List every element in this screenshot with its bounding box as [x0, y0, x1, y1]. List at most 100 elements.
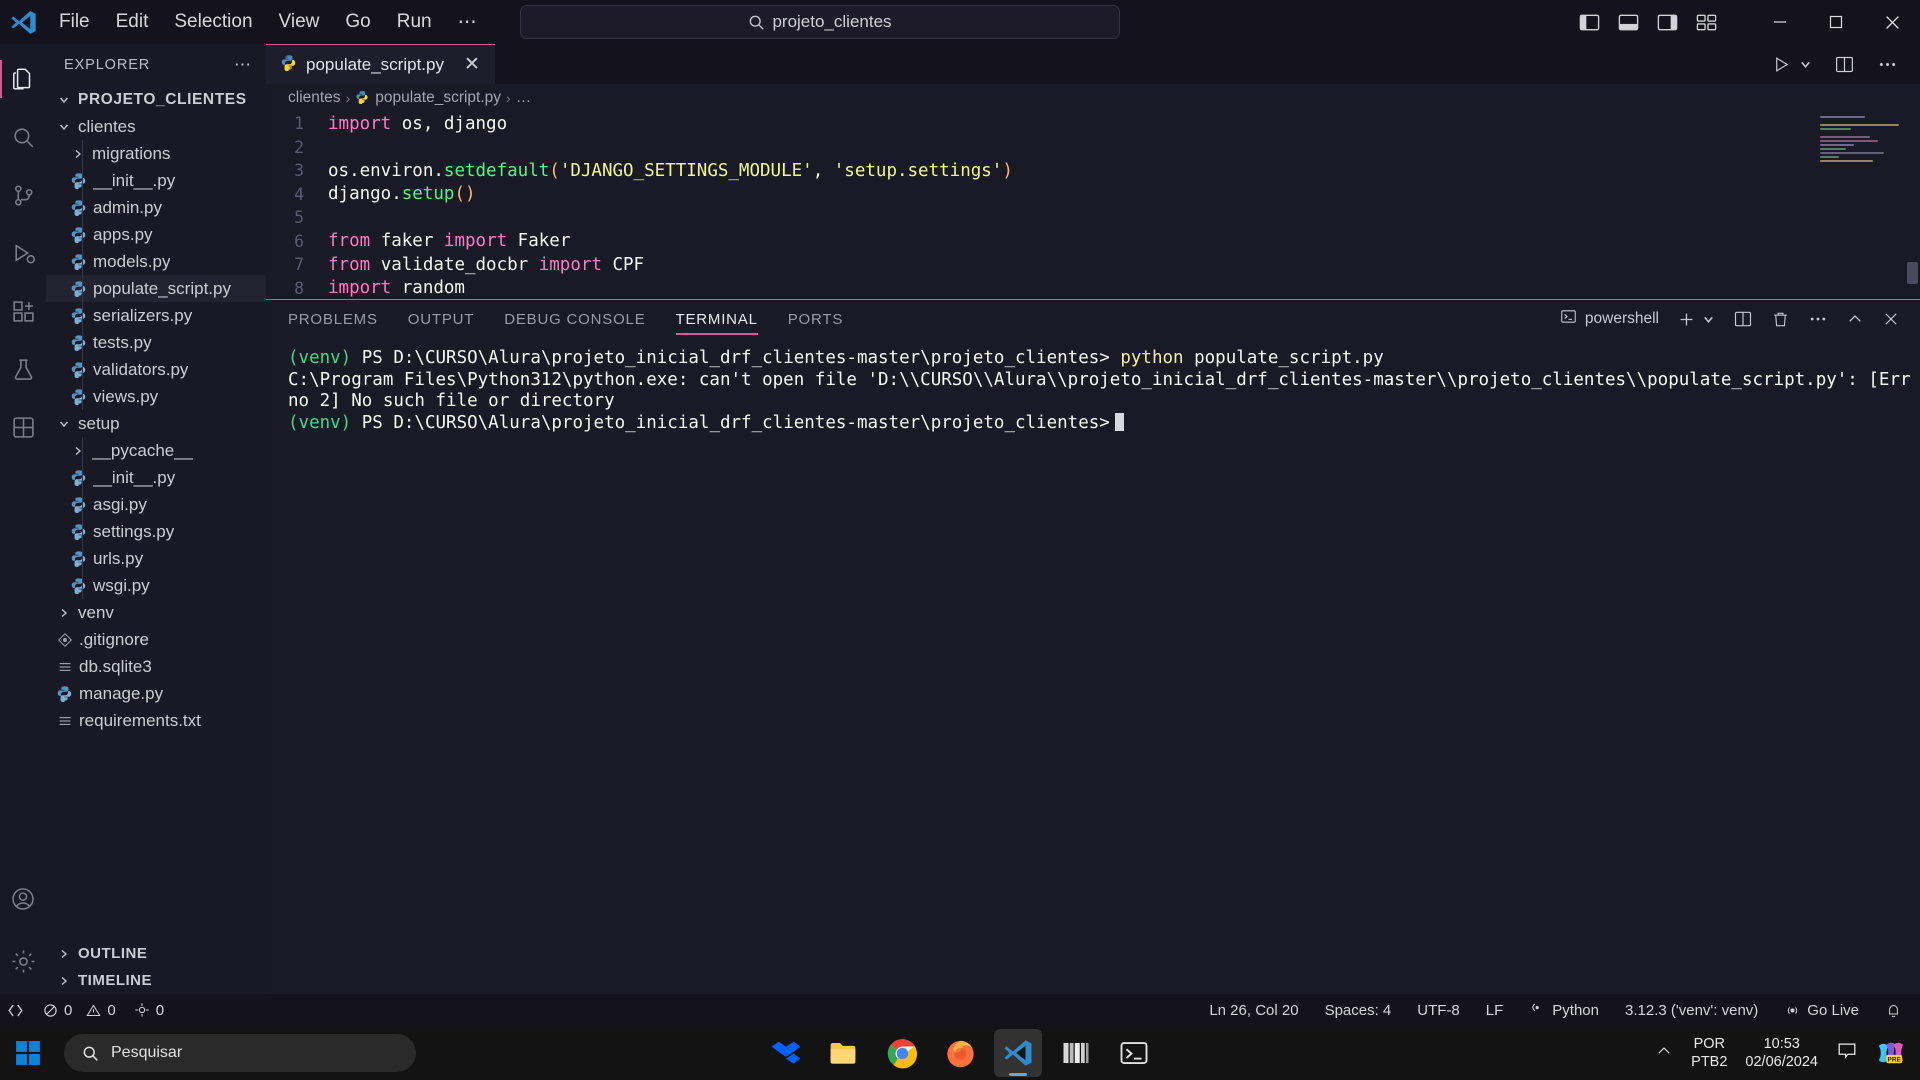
breadcrumb-file[interactable]: populate_script.py	[355, 89, 501, 107]
split-editor-icon[interactable]	[1834, 54, 1855, 75]
activity-search[interactable]	[0, 108, 46, 166]
run-dropdown-icon[interactable]	[1799, 58, 1812, 71]
tree-item-settings-py[interactable]: settings.py	[46, 518, 266, 545]
tree-item-urls-py[interactable]: urls.py	[46, 545, 266, 572]
taskbar-terminal-icon[interactable]	[1110, 1029, 1158, 1077]
menu-run[interactable]: Run	[384, 7, 445, 37]
maximize-button[interactable]	[1808, 0, 1864, 44]
tray-notifications-icon[interactable]	[1836, 1040, 1858, 1067]
panel-more-actions-icon[interactable]	[1808, 309, 1828, 329]
status-encoding[interactable]: UTF-8	[1417, 1002, 1460, 1019]
tab-output[interactable]: OUTPUT	[408, 300, 474, 338]
editor-minimap[interactable]	[1820, 116, 1906, 171]
tree-item-models-py[interactable]: models.py	[46, 248, 266, 275]
activity-source-control[interactable]	[0, 166, 46, 224]
taskbar-books-icon[interactable]	[1052, 1029, 1100, 1077]
close-window-button[interactable]	[1864, 0, 1920, 44]
tab-close-icon[interactable]: ✕	[461, 53, 483, 76]
menu-more[interactable]: ⋯	[445, 7, 490, 38]
section-timeline[interactable]: TIMELINE	[46, 967, 266, 994]
tree-root-projeto-clientes[interactable]: PROJETO_CLIENTES	[46, 86, 266, 113]
terminal-output[interactable]: (venv) PS D:\CURSO\Alura\projeto_inicial…	[266, 338, 1920, 994]
activity-explorer[interactable]	[0, 50, 46, 108]
terminal-dropdown-icon[interactable]	[1702, 313, 1715, 326]
tree-item-wsgi-py[interactable]: wsgi.py	[46, 572, 266, 599]
tree-item-tests-py[interactable]: tests.py	[46, 329, 266, 356]
minimize-button[interactable]	[1752, 0, 1808, 44]
toggle-secondary-sidebar-icon[interactable]	[1656, 11, 1679, 34]
toggle-primary-sidebar-icon[interactable]	[1578, 11, 1601, 34]
tab-problems[interactable]: PROBLEMS	[288, 300, 378, 338]
code-editor[interactable]: 1 import os, django 2 3 os.environ.setdefaul…	[266, 112, 1920, 299]
tree-item-setup[interactable]: setup	[46, 410, 266, 437]
menu-file[interactable]: File	[46, 7, 103, 37]
tab-terminal[interactable]: TERMINAL	[675, 300, 759, 338]
status-go-live[interactable]: Go Live	[1784, 1002, 1859, 1019]
status-indentation[interactable]: Spaces: 4	[1325, 1002, 1392, 1019]
tree-item-pycache[interactable]: __pycache__	[46, 437, 266, 464]
tree-item-populate-script-py[interactable]: populate_script.py	[46, 275, 266, 302]
tree-item-serializers-py[interactable]: serializers.py	[46, 302, 266, 329]
close-panel-icon[interactable]	[1882, 310, 1900, 328]
status-python-interpreter[interactable]: 3.12.3 ('venv': venv)	[1625, 1002, 1758, 1019]
run-python-file-icon[interactable]	[1772, 55, 1791, 74]
editor-more-actions-icon[interactable]	[1877, 54, 1898, 75]
status-notifications-bell-icon[interactable]	[1885, 1002, 1902, 1019]
status-ports[interactable]: 0	[134, 1002, 164, 1019]
split-terminal-icon[interactable]	[1733, 309, 1753, 329]
activity-extensions[interactable]	[0, 282, 46, 340]
menu-selection[interactable]: Selection	[161, 7, 265, 37]
menu-edit[interactable]: Edit	[103, 7, 162, 37]
tray-language-indicator[interactable]: POR PTB2	[1691, 1035, 1727, 1071]
kill-terminal-icon[interactable]	[1771, 310, 1790, 329]
tree-item-venv[interactable]: venv	[46, 599, 266, 626]
terminal-shell-selector[interactable]: powershell	[1560, 308, 1659, 330]
section-outline[interactable]: OUTLINE	[46, 940, 266, 967]
explorer-more-icon[interactable]: ⋯	[226, 53, 260, 77]
tree-item-manage-py[interactable]: manage.py	[46, 680, 266, 707]
activity-accounts[interactable]	[0, 870, 46, 928]
breadcrumb-symbol[interactable]: …	[516, 89, 532, 107]
editor-scrollbar[interactable]	[1907, 262, 1918, 284]
status-problems[interactable]: 0 0	[43, 1002, 116, 1019]
tab-debug-console[interactable]: DEBUG CONSOLE	[504, 300, 645, 338]
tree-item-asgi-py[interactable]: asgi.py	[46, 491, 266, 518]
taskbar-dropbox-icon[interactable]	[762, 1029, 810, 1077]
status-remote-indicator[interactable]	[8, 1001, 25, 1020]
tab-populate-script[interactable]: populate_script.py ✕	[266, 44, 495, 84]
tab-ports[interactable]: PORTS	[788, 300, 843, 338]
tray-copilot-icon[interactable]: PRE	[1876, 1040, 1906, 1066]
command-center-search[interactable]: projeto_clientes	[520, 5, 1120, 39]
taskbar-file-explorer-icon[interactable]	[820, 1029, 868, 1077]
status-cursor-position[interactable]: Ln 26, Col 20	[1209, 1002, 1298, 1019]
taskbar-firefox-icon[interactable]	[936, 1029, 984, 1077]
activity-testing[interactable]	[0, 340, 46, 398]
menu-view[interactable]: View	[266, 7, 333, 37]
tree-item-init-py[interactable]: __init__.py	[46, 167, 266, 194]
tree-item-requirements-txt[interactable]: requirements.txt	[46, 707, 266, 734]
taskbar-vscode-icon[interactable]	[994, 1029, 1042, 1077]
tree-item-migrations[interactable]: migrations	[46, 140, 266, 167]
taskbar-chrome-icon[interactable]	[878, 1029, 926, 1077]
tree-item-validators-py[interactable]: validators.py	[46, 356, 266, 383]
windows-start-icon[interactable]	[0, 1026, 56, 1080]
tree-item-clientes[interactable]: clientes	[46, 113, 266, 140]
tree-item-apps-py[interactable]: apps.py	[46, 221, 266, 248]
breadcrumb-clientes[interactable]: clientes	[288, 89, 341, 107]
status-eol[interactable]: LF	[1486, 1002, 1504, 1019]
tray-chevron-up-icon[interactable]	[1655, 1042, 1673, 1065]
tree-item-gitignore[interactable]: .gitignore	[46, 626, 266, 653]
tree-item-views-py[interactable]: views.py	[46, 383, 266, 410]
tree-item-db-sqlite3[interactable]: db.sqlite3	[46, 653, 266, 680]
new-terminal-icon[interactable]	[1677, 310, 1696, 329]
activity-remote-explorer[interactable]	[0, 398, 46, 456]
menu-go[interactable]: Go	[332, 7, 383, 37]
taskbar-search-input[interactable]: Pesquisar	[64, 1034, 416, 1072]
maximize-panel-icon[interactable]	[1846, 310, 1864, 328]
tree-item-init-py[interactable]: __init__.py	[46, 464, 266, 491]
customize-layout-icon[interactable]	[1695, 11, 1718, 34]
tray-clock[interactable]: 10:53 02/06/2024	[1745, 1035, 1818, 1071]
status-language-mode[interactable]: Python	[1529, 1002, 1599, 1019]
activity-run-debug[interactable]	[0, 224, 46, 282]
tree-item-admin-py[interactable]: admin.py	[46, 194, 266, 221]
